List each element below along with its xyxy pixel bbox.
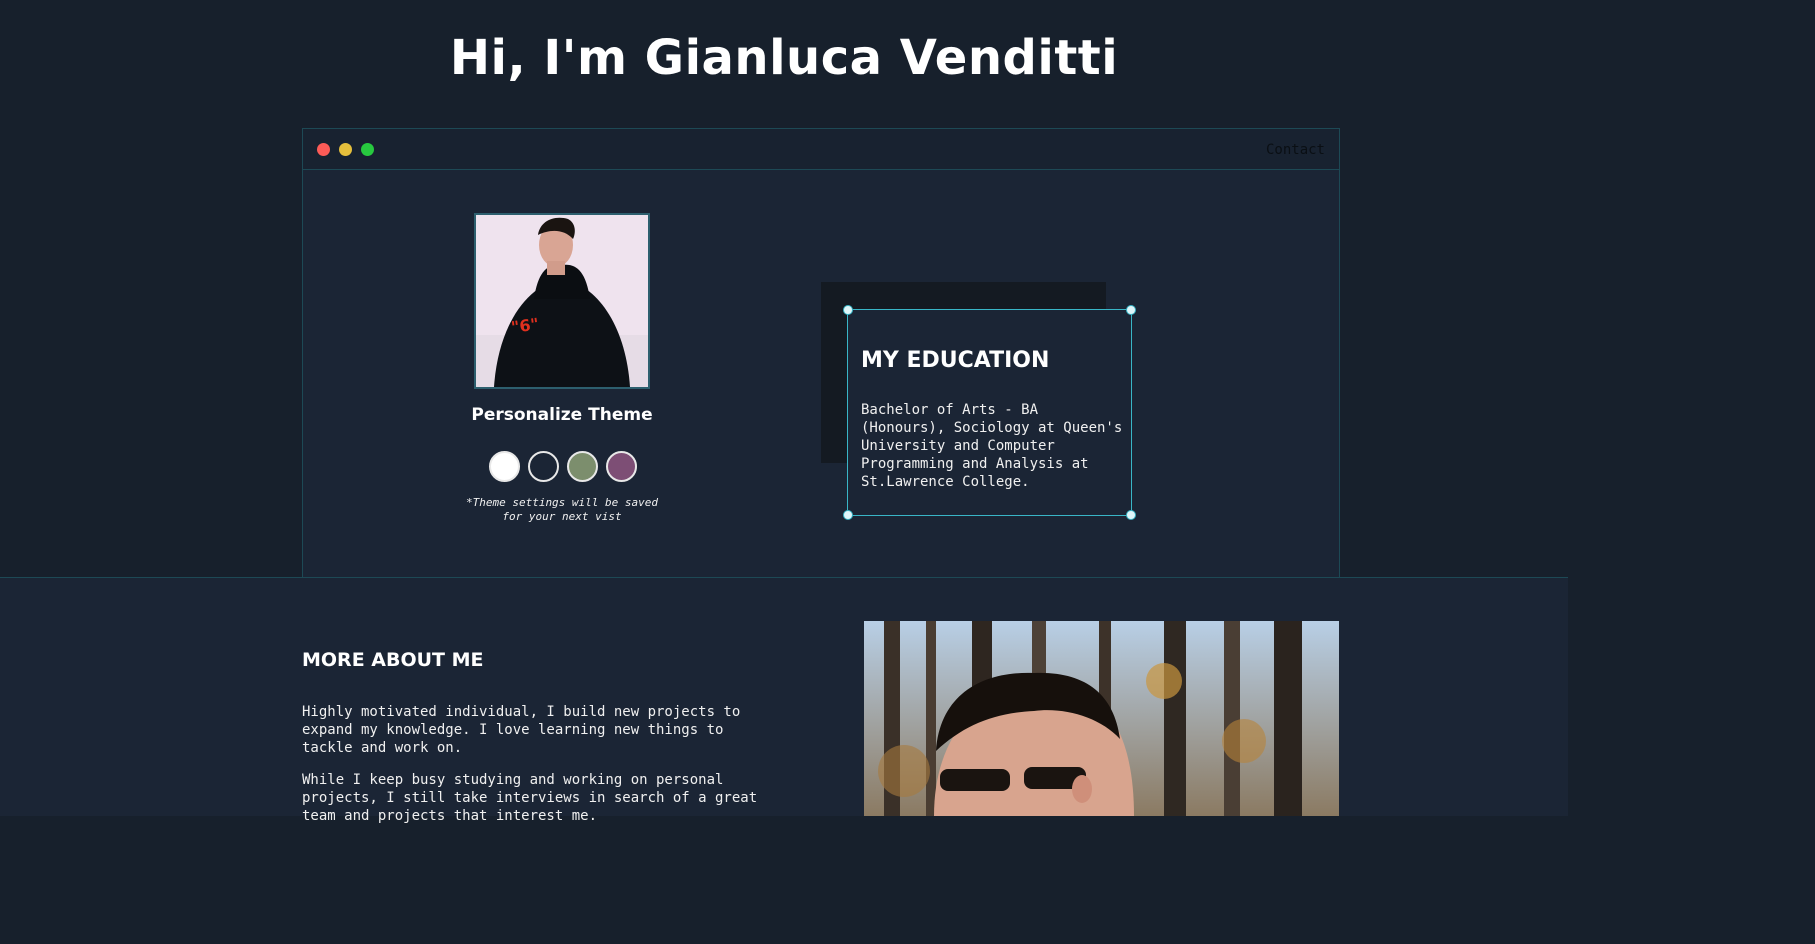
- theme-swatch-sage[interactable]: [567, 451, 598, 482]
- theme-note: *Theme settings will be saved for your n…: [465, 496, 659, 523]
- about-paragraph: Highly motivated individual, I build new…: [302, 704, 741, 756]
- resize-handle[interactable]: [843, 305, 853, 315]
- contact-link[interactable]: Contact: [1266, 142, 1325, 158]
- theme-swatch-white[interactable]: [489, 451, 520, 482]
- education-text: Bachelor of Arts - BA (Honours), Sociolo…: [861, 402, 1123, 490]
- avatar: "6": [474, 213, 650, 389]
- minimize-dot[interactable]: [339, 143, 352, 156]
- education-card: MY EDUCATION Bachelor of Arts - BA (Hono…: [843, 305, 1136, 520]
- window-titlebar: Contact: [303, 129, 1339, 170]
- svg-text:"6": "6": [510, 314, 540, 337]
- about-paragraph: While I keep busy studying and working o…: [302, 772, 758, 824]
- about-photo-image: [864, 621, 1339, 816]
- about-photo: [864, 621, 1339, 816]
- about-section: MORE ABOUT ME Highly motivated individua…: [0, 578, 1568, 824]
- theme-label: Personalize Theme: [471, 405, 653, 425]
- resize-handle[interactable]: [1126, 305, 1136, 315]
- page-title: Hi, I'm Gianluca Venditti: [449, 30, 1119, 86]
- theme-swatch-plum[interactable]: [606, 451, 637, 482]
- resize-handle[interactable]: [1126, 510, 1136, 520]
- education-title: MY EDUCATION: [861, 348, 1050, 373]
- theme-swatch-navy[interactable]: [528, 451, 559, 482]
- close-dot[interactable]: [317, 143, 330, 156]
- browser-window: Contact "6" Personalize Theme *Theme set…: [302, 128, 1340, 578]
- about-title: MORE ABOUT ME: [302, 649, 484, 671]
- resize-handle[interactable]: [843, 510, 853, 520]
- maximize-dot[interactable]: [361, 143, 374, 156]
- avatar-photo: "6": [476, 215, 648, 387]
- theme-swatches: [489, 451, 637, 482]
